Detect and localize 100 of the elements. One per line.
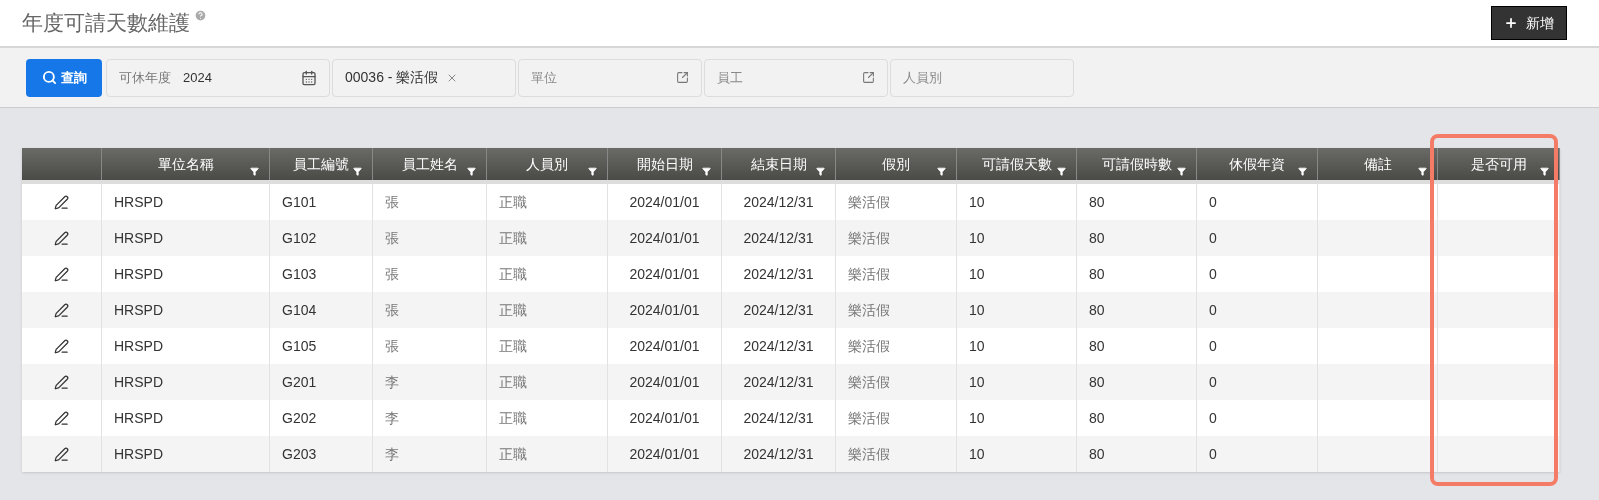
table-cell-text: 80 <box>1089 300 1105 320</box>
column-header[interactable]: 假別 <box>836 148 957 180</box>
table-cell-text: 0 <box>1209 228 1217 248</box>
filter-icon[interactable] <box>937 167 946 176</box>
table-cell-text: 樂活假 <box>848 192 890 212</box>
filter-icon[interactable] <box>588 167 597 176</box>
table-cell-text: HRSPD <box>114 444 163 464</box>
table-cell-text: 正職 <box>499 444 527 464</box>
table-cell-text: 張 <box>385 336 399 356</box>
table-cell-text: 80 <box>1089 336 1105 356</box>
table-cell-text: 2024/01/01 <box>629 336 700 356</box>
table-cell-text: 樂活假 <box>848 408 890 428</box>
table-cell-text: 張 <box>385 192 399 212</box>
filter-icon[interactable] <box>467 167 476 176</box>
field-value: 00036 - 樂活假 <box>345 68 439 87</box>
table-cell-text: 2024/01/01 <box>629 228 700 248</box>
table-cell-text: 10 <box>969 372 985 392</box>
edit-icon[interactable] <box>54 410 69 426</box>
table-cell-text: G203 <box>282 444 317 464</box>
table-cell-text: 李 <box>385 372 399 392</box>
table-cell-text: 正職 <box>499 192 527 212</box>
table-cell-text: 0 <box>1209 264 1217 284</box>
table-cell-text: 張 <box>385 300 399 320</box>
edit-icon[interactable] <box>54 194 69 210</box>
search-icon <box>41 70 57 85</box>
table-cell-text: HRSPD <box>114 264 163 284</box>
table-cell-text: 2024/12/31 <box>743 192 814 212</box>
field-placeholder: 人員別 <box>903 68 942 87</box>
table-cell-text: 10 <box>969 444 985 464</box>
search-button[interactable]: 查詢 <box>26 58 102 97</box>
table-cell-text: 正職 <box>499 372 527 392</box>
table-cell-text: 正職 <box>499 408 527 428</box>
table-cell-text: 0 <box>1209 336 1217 356</box>
table-cell-text: HRSPD <box>114 228 163 248</box>
table-cell-text: 0 <box>1209 408 1217 428</box>
edit-icon[interactable] <box>54 266 69 282</box>
filter-icon[interactable] <box>1418 167 1427 176</box>
edit-icon[interactable] <box>54 446 69 462</box>
table-cell-text: 80 <box>1089 372 1105 392</box>
table-cell-text: 2024/01/01 <box>629 408 700 428</box>
column-header[interactable]: 備註 <box>1318 148 1438 180</box>
edit-icon[interactable] <box>54 230 69 246</box>
table-cell-text: 2024/12/31 <box>743 228 814 248</box>
column-header[interactable]: 員工姓名 <box>373 148 487 180</box>
table-cell-text: 張 <box>385 228 399 248</box>
table-cell-text: 樂活假 <box>848 300 890 320</box>
year-field[interactable]: 可休年度 2024 <box>106 58 330 97</box>
open-link-icon[interactable] <box>862 71 875 84</box>
table-cell-text: 2024/12/31 <box>743 444 814 464</box>
table-cell-text: 10 <box>969 300 985 320</box>
column-header[interactable]: 休假年資 <box>1197 148 1318 180</box>
field-placeholder: 員工 <box>717 68 744 87</box>
table-cell-text: 10 <box>969 192 985 212</box>
edit-icon[interactable] <box>54 338 69 354</box>
table-cell-text: 李 <box>385 408 399 428</box>
table-cell-text: 10 <box>969 408 985 428</box>
add-button[interactable]: 新增 <box>1491 6 1567 40</box>
table-cell-text: 80 <box>1089 444 1105 464</box>
table-cell-text: G104 <box>282 300 317 320</box>
table-cell-text: G201 <box>282 372 317 392</box>
table-cell-text: 2024/12/31 <box>743 372 814 392</box>
table-cell-text: 10 <box>969 228 985 248</box>
column-header[interactable]: 是否可用 <box>1438 148 1560 180</box>
field-label: 可休年度 <box>119 68 171 87</box>
column-header[interactable]: 開始日期 <box>608 148 722 180</box>
column-header[interactable]: 可請假天數 <box>957 148 1077 180</box>
filter-icon[interactable] <box>1298 167 1307 176</box>
filter-icon[interactable] <box>1540 167 1549 176</box>
filter-icon[interactable] <box>702 167 711 176</box>
column-header[interactable]: 可請假時數 <box>1077 148 1197 180</box>
filter-icon[interactable] <box>1057 167 1066 176</box>
filter-icon[interactable] <box>816 167 825 176</box>
table-cell-text: 0 <box>1209 192 1217 212</box>
open-link-icon[interactable] <box>676 71 689 84</box>
calendar-icon[interactable] <box>301 69 317 86</box>
edit-icon[interactable] <box>54 374 69 390</box>
table-cell-text: 2024/01/01 <box>629 372 700 392</box>
table-cell-text: 10 <box>969 336 985 356</box>
edit-icon[interactable] <box>54 302 69 318</box>
plus-icon <box>1504 16 1518 30</box>
filter-icon[interactable] <box>250 167 259 176</box>
table-cell-text: G103 <box>282 264 317 284</box>
column-header[interactable]: 員工編號 <box>270 148 373 180</box>
page-title: 年度可請天數維護 <box>22 10 190 37</box>
column-header[interactable]: 單位名稱 <box>102 148 270 180</box>
filter-icon[interactable] <box>1177 167 1186 176</box>
filter-icon[interactable] <box>353 167 362 176</box>
table-cell-text: HRSPD <box>114 300 163 320</box>
table-cell-text: 80 <box>1089 192 1105 212</box>
column-header[interactable]: 結束日期 <box>722 148 836 180</box>
table-cell-text: 0 <box>1209 300 1217 320</box>
table-cell-text: 2024/12/31 <box>743 264 814 284</box>
table-cell-text: G101 <box>282 192 317 212</box>
table-cell-text: HRSPD <box>114 336 163 356</box>
table-cell-text: 樂活假 <box>848 444 890 464</box>
table-cell-text: 2024/01/01 <box>629 192 700 212</box>
table-cell-text: 2024/12/31 <box>743 408 814 428</box>
table-cell-text: 80 <box>1089 264 1105 284</box>
leave-type-field[interactable]: 00036 - 樂活假 <box>332 58 516 97</box>
column-header[interactable]: 人員別 <box>487 148 608 180</box>
